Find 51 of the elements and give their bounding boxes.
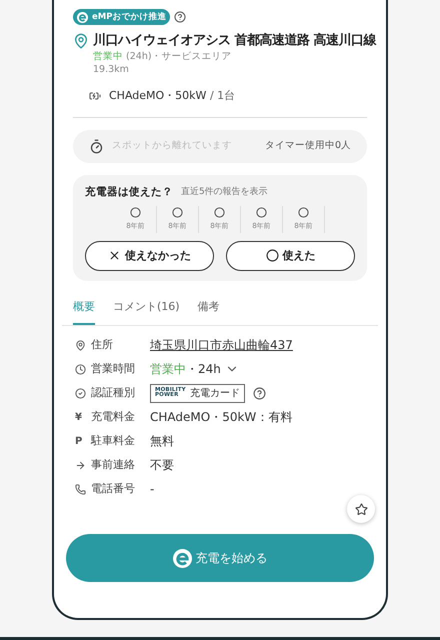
promo-badge: eMPおでかけ推進 bbox=[73, 9, 170, 25]
circle-icon bbox=[172, 207, 183, 218]
usable-button[interactable]: 使えた bbox=[226, 240, 355, 271]
favorite-button[interactable] bbox=[347, 495, 375, 524]
circle-icon bbox=[298, 207, 309, 218]
info-label: 住所 bbox=[91, 337, 114, 353]
info-label: 事前連絡 bbox=[91, 457, 136, 473]
tab[interactable]: 備考 bbox=[198, 292, 220, 326]
location-pin-icon bbox=[75, 340, 86, 351]
hours-text: 営業中・24h bbox=[150, 361, 221, 378]
arrow-icon bbox=[75, 460, 86, 471]
info-label: 電話番号 bbox=[91, 481, 136, 497]
charger-icon bbox=[89, 90, 101, 102]
info-label: 充電料金 bbox=[91, 409, 136, 425]
tab[interactable]: コメント(16) bbox=[113, 292, 180, 326]
info-value: - bbox=[150, 481, 154, 498]
check-circle-icon bbox=[75, 388, 86, 399]
info-value: CHAdeMO・50kW：有料 bbox=[150, 409, 292, 426]
card-label: 充電カード bbox=[190, 386, 240, 401]
timer-icon bbox=[89, 138, 104, 154]
connector-text: CHAdeMO・50kW / 1台 bbox=[109, 88, 236, 104]
report-subtitle: 直近5件の報告を表示 bbox=[181, 186, 268, 199]
info-label: 駐車料金 bbox=[91, 433, 136, 449]
symbol-icon: P bbox=[75, 434, 82, 449]
star-icon bbox=[354, 502, 368, 516]
help-icon[interactable] bbox=[252, 386, 266, 400]
circle-icon bbox=[214, 207, 225, 218]
circle-icon bbox=[256, 207, 267, 218]
circle-icon bbox=[130, 207, 141, 218]
timer-message: スポットから離れています bbox=[112, 138, 233, 153]
timer-card[interactable]: スポットから離れています タイマー使用中0人 bbox=[73, 130, 367, 162]
e-logo-icon bbox=[172, 548, 192, 568]
circle-icon bbox=[266, 249, 278, 262]
help-icon[interactable] bbox=[174, 11, 186, 23]
cross-icon bbox=[108, 249, 121, 262]
info-value: 不要 bbox=[150, 457, 174, 474]
location-pin-icon bbox=[73, 33, 89, 49]
phone-icon bbox=[75, 484, 86, 495]
timer-usage: タイマー使用中0人 bbox=[264, 138, 351, 153]
e-logo-icon bbox=[77, 12, 88, 22]
not-usable-button[interactable]: 使えなかった bbox=[85, 240, 214, 271]
spot-status: 営業中 (24h)・サービスエリア bbox=[93, 50, 233, 63]
clock-icon bbox=[75, 364, 86, 375]
distance-text: 19.3km bbox=[93, 63, 130, 76]
address-link[interactable]: 埼玉県川口市赤山曲輪437 bbox=[150, 336, 293, 354]
symbol-icon: ¥ bbox=[75, 410, 82, 425]
info-label: 営業時間 bbox=[91, 361, 136, 377]
spot-name: 川口ハイウェイオアシス 首都高速道路 高速川口線 bbox=[93, 32, 376, 50]
info-label: 認証種別 bbox=[91, 385, 136, 401]
report-title: 充電器は使えた？ bbox=[85, 184, 173, 200]
info-value: 無料 bbox=[150, 433, 174, 450]
